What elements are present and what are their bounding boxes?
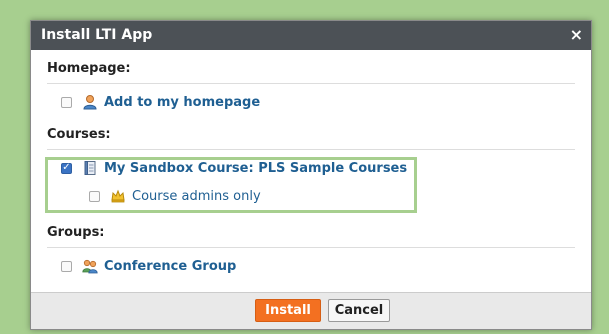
- course-sandbox-label[interactable]: My Sandbox Course: PLS Sample Courses: [104, 161, 407, 176]
- courses-divider: [47, 149, 575, 150]
- homepage-item-add[interactable]: Add to my homepage: [61, 93, 260, 111]
- people-icon: [82, 258, 98, 274]
- conference-group-checkbox[interactable]: [61, 260, 72, 272]
- homepage-heading: Homepage:: [47, 61, 131, 76]
- conference-group-label[interactable]: Conference Group: [104, 259, 236, 274]
- homepage-item-label[interactable]: Add to my homepage: [104, 95, 260, 110]
- group-item-conference[interactable]: Conference Group: [61, 257, 236, 275]
- crown-icon: [110, 188, 126, 204]
- course-item-sandbox[interactable]: ✓ My Sandbox Course: PLS Sample Courses: [61, 159, 407, 177]
- cancel-button[interactable]: Cancel: [328, 299, 390, 322]
- homepage-divider: [47, 83, 575, 84]
- homepage-checkbox[interactable]: [61, 96, 72, 108]
- courses-heading: Courses:: [47, 127, 111, 142]
- screenshot-frame: Install LTI App × Homepage: Add to my ho…: [0, 0, 609, 334]
- course-item-admins-only[interactable]: Course admins only: [89, 187, 261, 205]
- dialog-titlebar: Install LTI App ×: [31, 21, 591, 50]
- notebook-icon: [82, 160, 98, 176]
- admins-only-label[interactable]: Course admins only: [132, 189, 261, 204]
- close-icon[interactable]: ×: [570, 25, 583, 45]
- install-lti-app-dialog: Install LTI App × Homepage: Add to my ho…: [30, 20, 592, 330]
- groups-divider: [47, 247, 575, 248]
- install-button[interactable]: Install: [255, 299, 321, 322]
- dialog-footer: Install Cancel: [31, 292, 591, 329]
- person-icon: [82, 94, 98, 110]
- admins-only-checkbox[interactable]: [89, 190, 100, 202]
- course-sandbox-checkbox[interactable]: ✓: [61, 162, 72, 174]
- groups-heading: Groups:: [47, 225, 105, 240]
- dialog-title: Install LTI App: [41, 27, 153, 43]
